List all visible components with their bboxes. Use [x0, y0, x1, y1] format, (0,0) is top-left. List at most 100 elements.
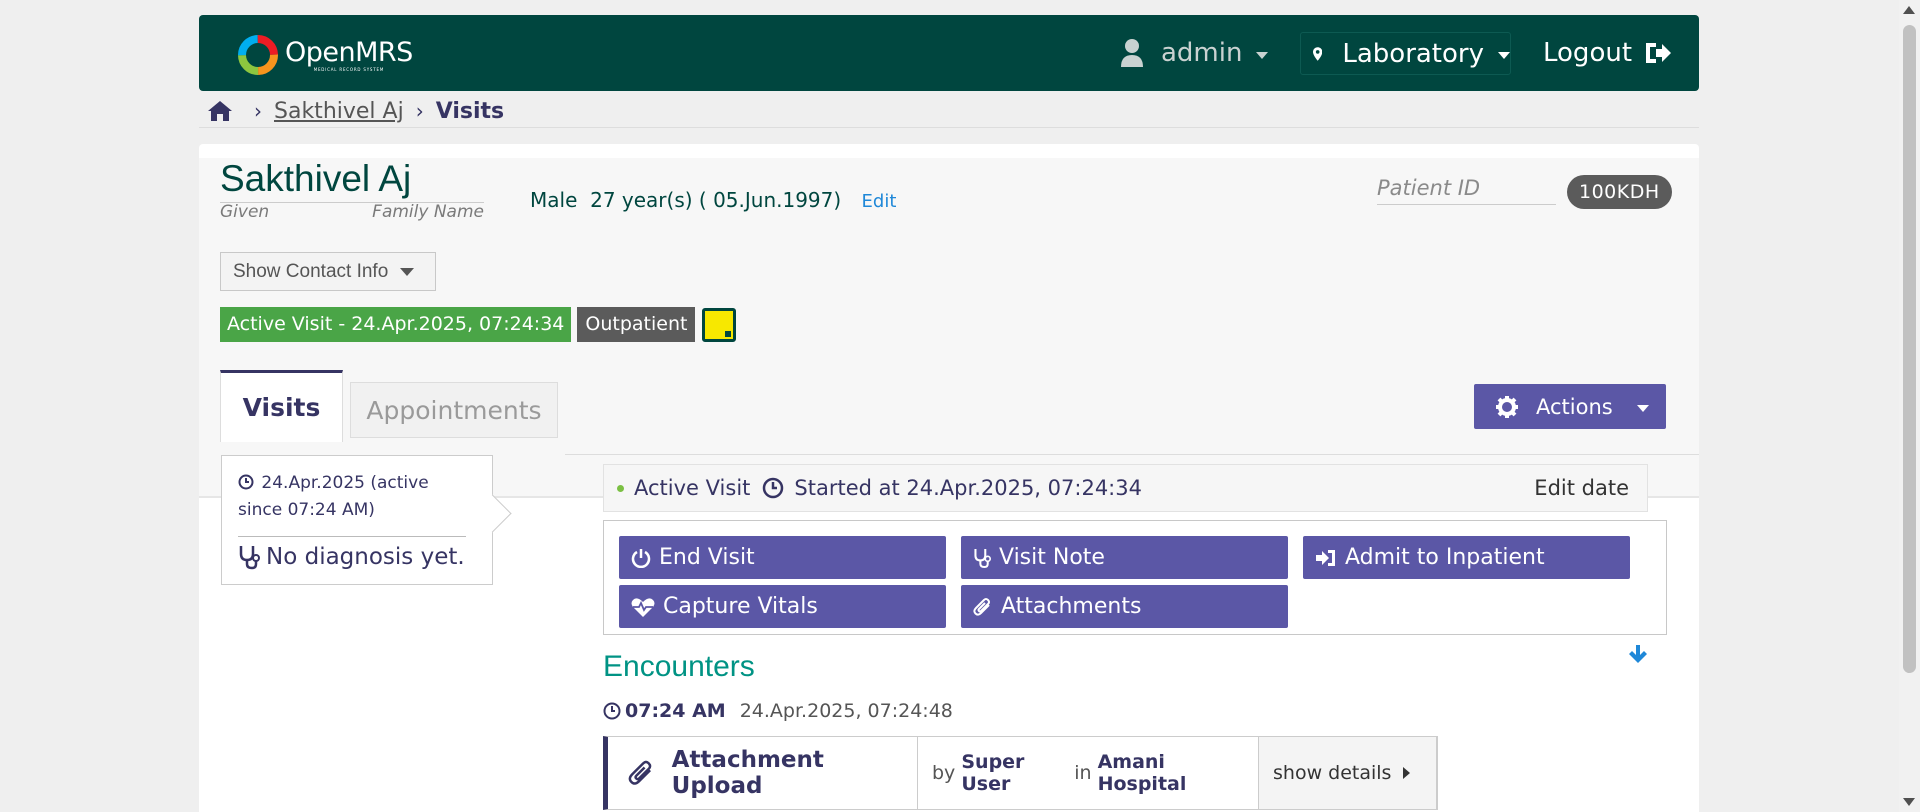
visit-diagnosis: No diagnosis yet. — [238, 544, 465, 570]
power-icon — [631, 548, 651, 568]
arrow-down-icon[interactable] — [1628, 644, 1648, 664]
patient-id-label: Patient ID — [1377, 176, 1556, 205]
sticky-note-icon[interactable] — [702, 307, 737, 342]
logo-text: OpenMRS MEDICAL RECORD SYSTEM — [285, 36, 413, 72]
tabs: Visits Appointments — [220, 370, 558, 442]
openmrs-logo[interactable]: OpenMRS MEDICAL RECORD SYSTEM — [237, 34, 413, 76]
visit-date: 24.Apr.2025 (active since 07:24 AM) — [238, 470, 478, 524]
heartbeat-icon — [631, 597, 655, 617]
in-label: in — [1074, 762, 1092, 784]
breadcrumb-separator: › — [415, 99, 424, 123]
encounter-provider: by Super User in Amani Hospital — [918, 737, 1259, 809]
admit-inpatient-button[interactable]: Admit to Inpatient — [1303, 536, 1630, 579]
chevron-down-icon — [1256, 51, 1269, 59]
logout-label: Logout — [1543, 38, 1633, 68]
active-status-dot — [617, 484, 624, 492]
location-menu[interactable]: Laboratory — [1300, 32, 1511, 75]
attachments-label: Attachments — [1001, 594, 1142, 619]
paperclip-icon — [973, 597, 993, 617]
breadcrumb-separator: › — [254, 99, 262, 123]
encounter-time-short: 07:24 AM — [625, 700, 726, 722]
visit-date-text: 24.Apr.2025 (active since 07:24 AM) — [238, 473, 429, 520]
patient-name: Sakthivel Aj — [220, 158, 484, 203]
visit-details-divider — [565, 454, 1699, 455]
tab-visits[interactable]: Visits — [220, 370, 343, 442]
caret-right-icon — [1403, 767, 1411, 779]
attachments-button[interactable]: Attachments — [961, 585, 1288, 628]
home-icon[interactable] — [208, 101, 232, 121]
scroll-down-arrow-icon[interactable] — [1903, 798, 1915, 806]
capture-vitals-button[interactable]: Capture Vitals — [619, 585, 946, 628]
show-contact-info-button[interactable]: Show Contact Info — [220, 252, 436, 291]
end-visit-button[interactable]: End Visit — [619, 536, 946, 579]
actions-dropdown-button[interactable]: Actions — [1474, 384, 1666, 429]
visit-list-divider — [238, 536, 466, 537]
breadcrumb-patient-link[interactable]: Sakthivel Aj — [274, 99, 404, 124]
breadcrumb-current: Visits — [435, 98, 505, 124]
clock-icon — [763, 477, 784, 499]
end-visit-label: End Visit — [659, 545, 755, 570]
patient-header: Sakthivel Aj Given Family Name Male 27 y… — [199, 158, 1699, 498]
by-label: by — [932, 762, 956, 784]
stethoscope-icon — [973, 547, 991, 569]
gear-icon — [1496, 395, 1518, 418]
location-name: Laboratory — [1342, 38, 1484, 69]
clock-icon — [238, 474, 254, 490]
user-name: admin — [1161, 38, 1243, 68]
visit-badges: Active Visit - 24.Apr.2025, 07:24:34 Out… — [220, 307, 737, 342]
page-scrollbar[interactable] — [1899, 0, 1920, 812]
sign-out-icon — [1646, 43, 1672, 63]
logo-title: OpenMRS — [285, 36, 413, 68]
openmrs-logo-icon — [238, 35, 278, 75]
actions-label: Actions — [1536, 394, 1613, 419]
scroll-up-arrow-icon[interactable] — [1903, 6, 1915, 14]
main-content: Sakthivel Aj Given Family Name Male 27 y… — [199, 144, 1699, 812]
diagnosis-text: No diagnosis yet. — [266, 544, 465, 570]
patient-id-badge: 100KDH — [1567, 175, 1672, 209]
encounter-location: Amani Hospital — [1097, 751, 1187, 795]
encounter-type-label: Attachment Upload — [671, 747, 824, 799]
patient-gender: Male — [530, 188, 578, 212]
name-labels: Given Family Name — [220, 202, 484, 222]
visit-status: Active Visit — [634, 476, 751, 500]
visit-started: Started at 24.Apr.2025, 07:24:34 — [794, 476, 1142, 500]
show-details-button[interactable]: show details — [1259, 737, 1437, 809]
chevron-down-icon — [1498, 52, 1510, 59]
scrollbar-thumb[interactable] — [1903, 25, 1916, 673]
admit-inpatient-label: Admit to Inpatient — [1345, 545, 1545, 570]
clock-icon — [603, 702, 621, 720]
stethoscope-icon — [239, 546, 260, 570]
visit-list-item[interactable]: 24.Apr.2025 (active since 07:24 AM) No d… — [221, 455, 493, 585]
visit-summary-bar: Active Visit Started at 24.Apr.2025, 07:… — [603, 464, 1648, 512]
encounter-time: 07:24 AM 24.Apr.2025, 07:24:48 — [603, 700, 953, 722]
encounter-type: Attachment Upload — [608, 737, 918, 809]
patient-demographics: Male 27 year(s) ( 05.Jun.1997) Edit — [530, 188, 896, 212]
capture-vitals-label: Capture Vitals — [663, 594, 818, 619]
encounters-heading: Encounters — [603, 650, 755, 683]
visit-note-button[interactable]: Visit Note — [961, 536, 1288, 579]
tab-appointments[interactable]: Appointments — [350, 382, 558, 438]
encounter-timestamp: 24.Apr.2025, 07:24:48 — [739, 700, 953, 722]
encounter-row[interactable]: Attachment Upload by Super User in Amani… — [603, 736, 1438, 810]
top-header: OpenMRS MEDICAL RECORD SYSTEM admin Labo… — [199, 15, 1699, 91]
user-menu[interactable]: admin — [1121, 15, 1269, 91]
show-contact-label: Show Contact Info — [233, 260, 389, 282]
sign-in-icon — [1315, 548, 1337, 568]
edit-demographics-link[interactable]: Edit — [862, 191, 897, 212]
user-icon — [1121, 39, 1143, 67]
edit-date-link[interactable]: Edit date — [1534, 476, 1629, 500]
visit-note-label: Visit Note — [999, 545, 1105, 570]
given-name-label: Given — [220, 202, 270, 222]
breadcrumb: › Sakthivel Aj › Visits — [208, 95, 504, 127]
breadcrumb-divider — [199, 127, 1699, 128]
caret-down-icon — [400, 267, 415, 276]
show-details-label: show details — [1273, 762, 1392, 784]
paperclip-icon — [628, 760, 652, 785]
chevron-down-icon — [1636, 405, 1649, 412]
map-marker-icon — [1313, 46, 1323, 61]
visit-actions-box: End Visit Visit Note Admit to Inpatient … — [603, 520, 1667, 635]
active-visit-badge[interactable]: Active Visit - 24.Apr.2025, 07:24:34 — [220, 307, 572, 342]
visit-type-badge: Outpatient — [577, 307, 696, 342]
logout-link[interactable]: Logout — [1543, 15, 1672, 91]
patient-age: 27 year(s) ( 05.Jun.1997) — [590, 188, 842, 212]
